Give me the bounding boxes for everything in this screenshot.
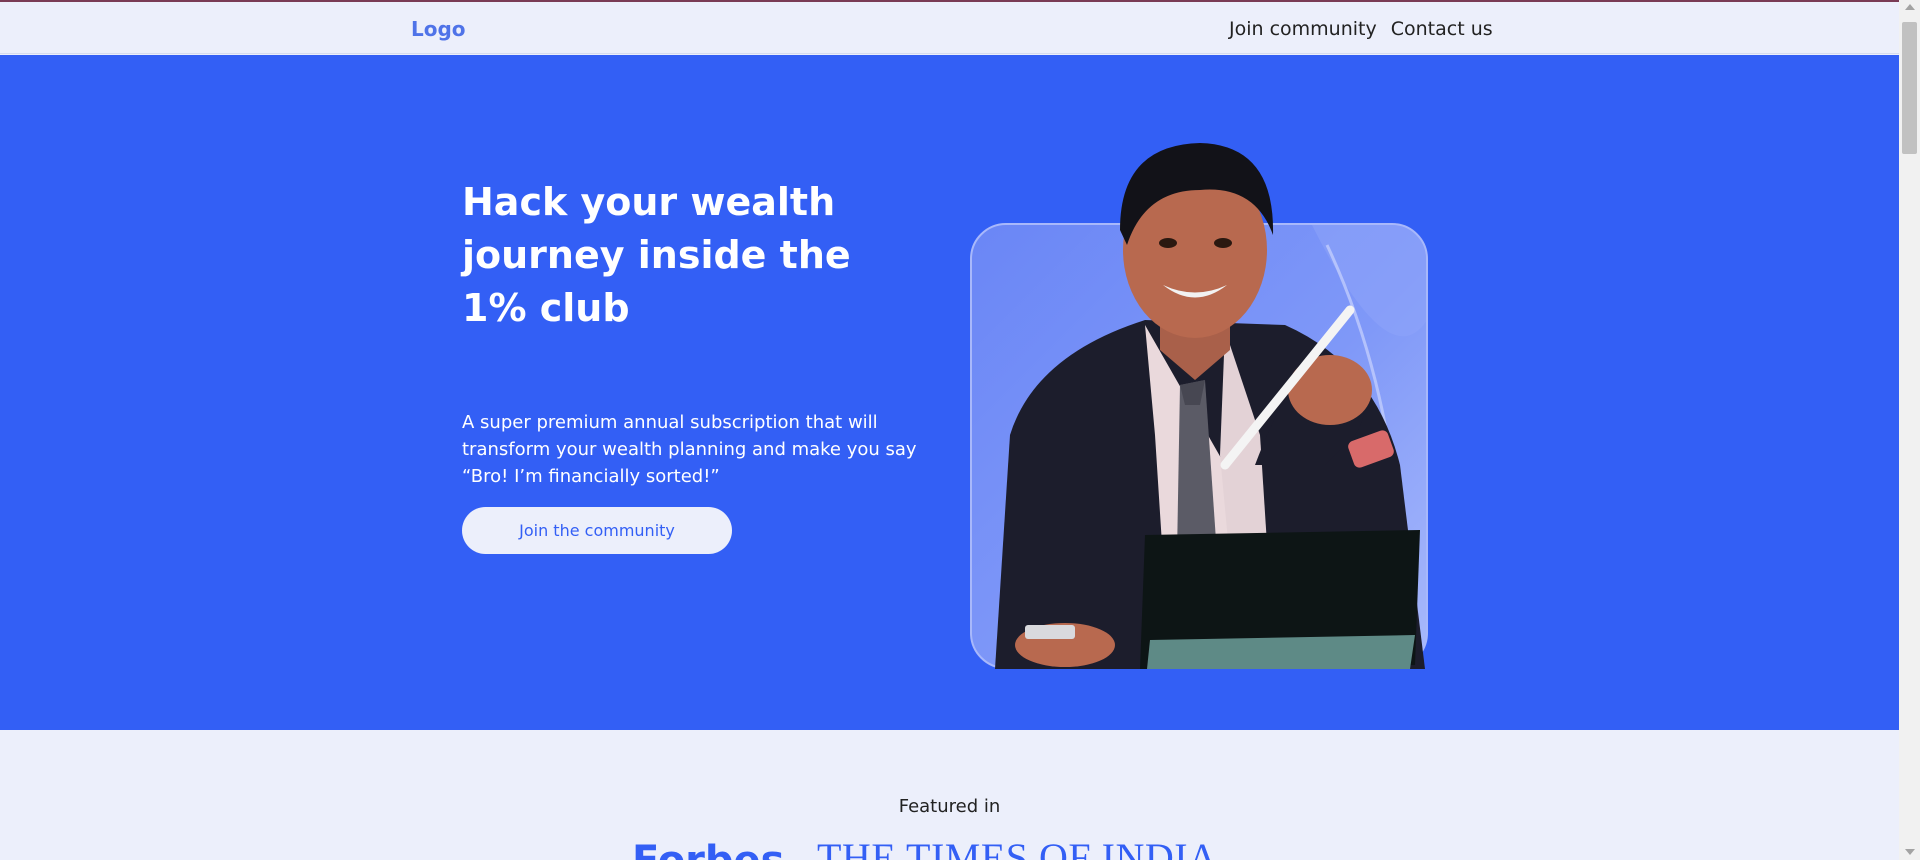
nav-link-contact-us[interactable]: Contact us <box>1391 18 1493 40</box>
navbar: Logo Join community Contact us <box>0 2 1899 54</box>
hero-section <box>0 55 1899 730</box>
scrollbar-thumb[interactable] <box>1902 22 1917 154</box>
scroll-down-arrow-icon[interactable] <box>1905 849 1915 855</box>
logo-link[interactable]: Logo <box>411 17 466 41</box>
vertical-scrollbar[interactable] <box>1899 0 1920 860</box>
featured-section: Featured in Forbes THE TIMES OF INDIA <box>0 730 1899 860</box>
join-community-button[interactable]: Join the community <box>462 507 732 554</box>
scroll-up-arrow-icon[interactable] <box>1905 4 1915 10</box>
nav-link-join-community[interactable]: Join community <box>1229 18 1377 40</box>
man-pointing-with-stylus-photo-icon <box>995 143 1425 669</box>
nav-links: Join community Contact us <box>1229 18 1493 40</box>
featured-in-label: Featured in <box>898 796 1001 817</box>
hero-title: Hack your wealth journey inside the 1% c… <box>462 180 851 330</box>
forbes-logo: Forbes <box>632 838 784 860</box>
times-of-india-logo: THE TIMES OF INDIA <box>817 835 1218 860</box>
hero-subtitle: A super premium annual subscription that… <box>462 412 917 487</box>
